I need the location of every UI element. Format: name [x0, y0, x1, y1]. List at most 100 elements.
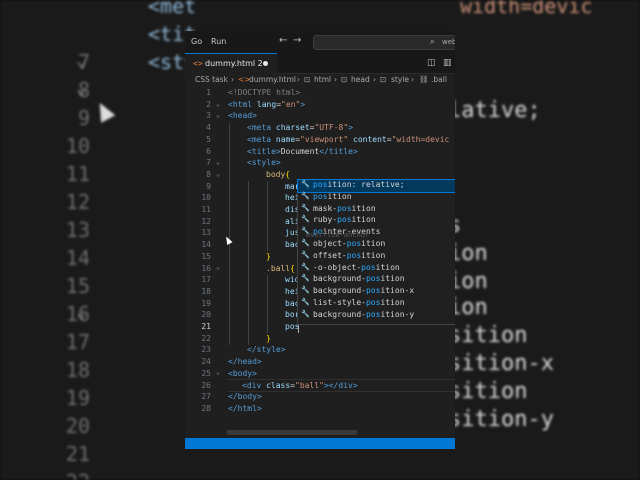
breadcrumb-item[interactable]: .ball [431, 75, 447, 84]
command-center-search[interactable]: ⌕ web [313, 35, 455, 50]
forward-arrow-icon[interactable]: → [293, 35, 301, 46]
line-number: 18 [201, 286, 211, 296]
breadcrumb-item[interactable]: dummy.html [249, 75, 296, 84]
wrench-icon: 🔧 [301, 274, 310, 283]
bg-code-fragment: width=devic [460, 0, 593, 18]
search-icon: ⌕ [430, 37, 435, 46]
wrench-icon: 🔧 [301, 286, 310, 295]
bg-fold-chevron-icon: ⌄ [76, 78, 87, 99]
suggestion-item[interactable]: 🔧 background-position [298, 274, 455, 286]
line-number: 8 [206, 169, 211, 179]
indent-guide [267, 181, 268, 251]
selector-icon: ⛓ [419, 75, 429, 84]
tag: <style> [247, 158, 281, 168]
code-line: <title>Document</title> [247, 147, 358, 156]
tag: ></div> [323, 380, 358, 390]
tag: <meta [247, 134, 272, 144]
suggestion-item[interactable]: 🔧 position: relative; [297, 179, 455, 193]
line-number: 28 [201, 403, 211, 413]
fold-chevron-icon[interactable]: ⌄ [216, 170, 220, 178]
tag: <body> [228, 368, 257, 378]
suggestion-label: background-position-x [313, 286, 415, 296]
brace: { [285, 169, 291, 179]
suggestion-item[interactable]: 🔧 -o-object-position [298, 263, 455, 275]
line-number: 14 [201, 240, 211, 250]
suggestion-item[interactable]: 🔧 background-position-y [298, 310, 455, 322]
menu-run[interactable]: Run [211, 37, 226, 46]
wrench-icon: 🔧 [301, 239, 310, 247]
breadcrumb-item[interactable]: style [391, 75, 409, 84]
breadcrumb-separator-icon: › [231, 75, 234, 84]
bg-line-number: 17 [65, 330, 90, 354]
bg-line-number: 19 [65, 386, 90, 410]
menu-go[interactable]: Go [191, 37, 202, 46]
suggestion-item[interactable]: 🔧 mask-position [298, 204, 455, 216]
suggestion-item[interactable]: 🔧 position [298, 192, 455, 204]
suggestion-item[interactable]: 🔧 ruby-position [298, 215, 455, 227]
horizontal-scrollbar[interactable] [227, 430, 357, 435]
bg-suggestion-fragment: sition-y [448, 407, 554, 432]
line-number: 22 [201, 333, 211, 343]
code-line: <meta name="viewport" content="width=dev… [247, 134, 450, 144]
autocomplete-suggestions[interactable]: 🔧 position: relative; 🔧 position 🔧 mask-… [297, 179, 455, 325]
fold-chevron-icon[interactable]: ⌄ [216, 368, 220, 376]
bg-code-fragment: <met [148, 0, 197, 18]
line-number: 7 [206, 158, 211, 168]
suggestion-item[interactable]: 🔧 offset-position [298, 251, 455, 263]
unsaved-dot-icon[interactable] [263, 61, 268, 66]
suggestion-label: list-style-position [313, 298, 405, 307]
line-number: 24 [201, 357, 211, 367]
code-line: <meta charset="UTF-8"> [247, 123, 354, 133]
attribute: lang [256, 99, 277, 109]
more-actions-icon[interactable]: ▥ [443, 58, 452, 68]
back-arrow-icon[interactable]: ← [279, 35, 287, 46]
element-icon: ⊡ [341, 75, 348, 84]
bg-line-number: 18 [65, 358, 90, 382]
line-number: 12 [201, 216, 211, 226]
bg-mouse-cursor-icon [92, 99, 116, 123]
breadcrumb-separator-icon: › [297, 75, 300, 84]
code-line: <style> [247, 158, 281, 167]
suggestion-label: background-position-y [313, 309, 415, 319]
bg-suggestion-fragment: lative; [448, 98, 541, 123]
suggestion-label: offset-position [313, 250, 386, 260]
suggestion-label: ruby-position [313, 215, 376, 225]
line-number: 23 [201, 345, 211, 355]
breadcrumb-item[interactable]: html [314, 75, 331, 84]
suggestion-item[interactable]: 🔧 list-style-position [298, 298, 455, 310]
bg-line-number: 11 [65, 162, 90, 186]
line-number: 20 [201, 310, 211, 320]
line-number: 6 [206, 146, 211, 156]
tag: <html [228, 99, 253, 109]
line-number: 3 [206, 111, 211, 121]
breadcrumb-separator-icon: › [334, 75, 337, 84]
line-number: 4 [206, 123, 211, 133]
line-number: 11 [201, 205, 211, 214]
suggestion-label: position [313, 191, 352, 201]
breadcrumb-item[interactable]: CSS task [195, 75, 228, 84]
breadcrumb-item[interactable]: head [351, 75, 370, 84]
tab-dummy-html[interactable]: <> dummy.html 2 [185, 53, 277, 74]
wrench-icon: 🔧 [301, 298, 310, 306]
fold-chevron-icon[interactable]: ⌄ [216, 111, 220, 119]
bg-suggestion-fragment: sition [448, 379, 528, 404]
tag: </body> [228, 392, 262, 402]
wrench-icon: 🔧 [301, 250, 310, 259]
attr-value: "viewport" [300, 134, 349, 144]
code-line: body{ [266, 170, 290, 179]
attr-value: "UTF-8" [314, 123, 349, 133]
bg-line-number: 12 [65, 190, 90, 214]
suggestion-item[interactable]: 🔧 object-position [298, 239, 455, 251]
code-editor[interactable]: 1 2 3 4 5 6 7 8 9 10 11 12 13 14 15 16 1… [185, 88, 455, 435]
fold-chevron-icon[interactable]: ⌄ [216, 100, 220, 108]
split-editor-icon[interactable]: ◫ [427, 58, 436, 68]
suggestion-item[interactable]: 🔧 background-position-x [298, 286, 455, 298]
attr-value: "en" [281, 99, 301, 109]
breadcrumb: CSS task › <> dummy.html › ⊡ html › ⊡ he… [185, 74, 455, 88]
line-number: 17 [201, 275, 211, 285]
brace: } [266, 251, 271, 261]
fold-chevron-icon[interactable]: ⌄ [216, 158, 220, 166]
tag: </html> [228, 403, 262, 413]
fold-chevron-icon[interactable]: ⌄ [216, 263, 220, 271]
line-number-current: 21 [201, 322, 211, 331]
